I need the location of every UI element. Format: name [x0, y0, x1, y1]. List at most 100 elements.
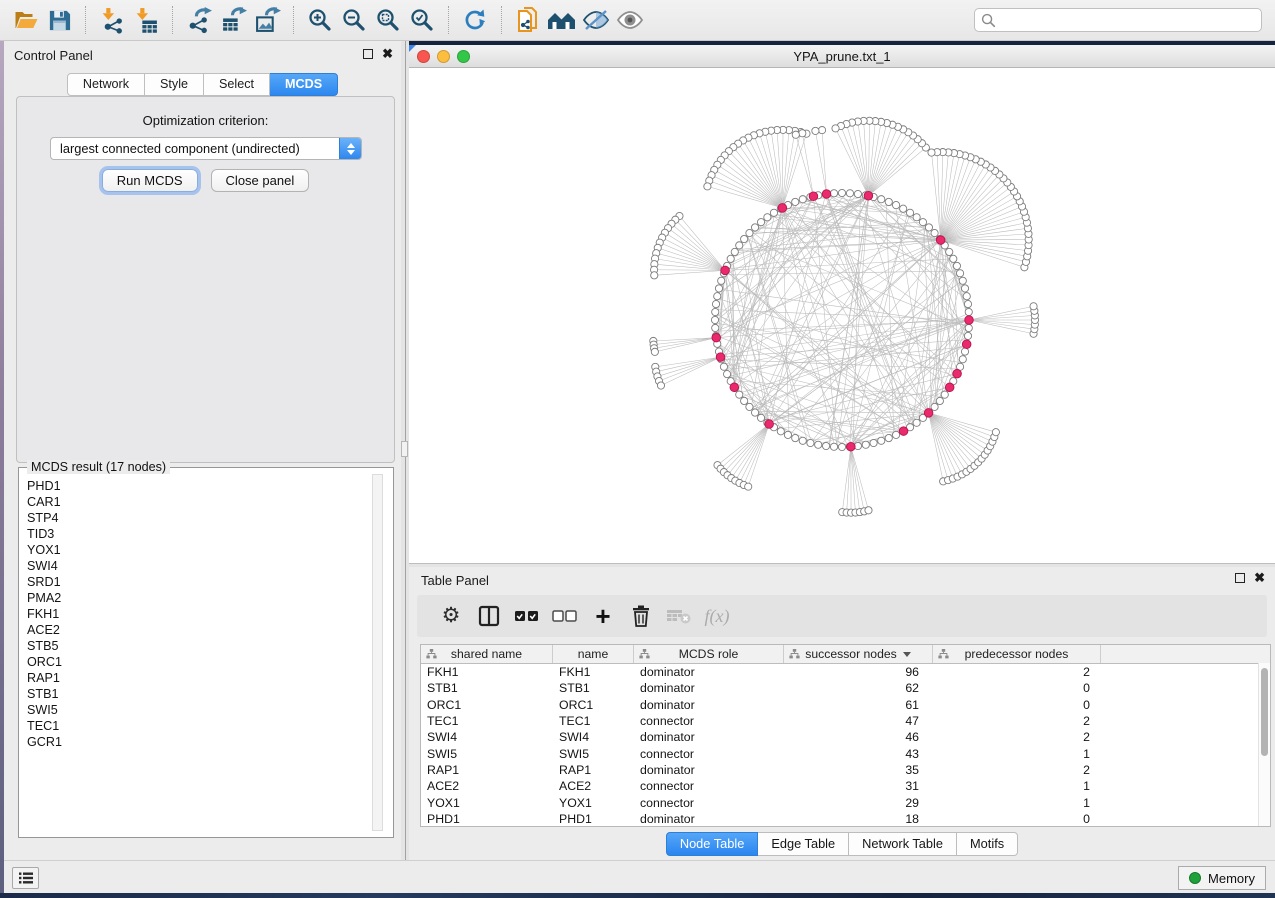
mcds-result-item[interactable]: PHD1 [27, 478, 367, 494]
network-node[interactable] [941, 391, 948, 398]
network-hub-node[interactable] [765, 420, 774, 429]
network-node[interactable] [751, 409, 758, 416]
network-node[interactable] [723, 370, 730, 377]
mcds-result-item[interactable]: CAR1 [27, 494, 367, 510]
mcds-result-item[interactable]: RAP1 [27, 670, 367, 686]
table-row[interactable]: FKH1FKH1dominator962 [421, 664, 1270, 680]
mcds-result-item[interactable]: ACE2 [27, 622, 367, 638]
network-node[interactable] [746, 403, 753, 410]
network-node[interactable] [712, 324, 719, 331]
network-from-document-icon[interactable] [511, 5, 545, 35]
close-panel-button[interactable]: Close panel [211, 169, 310, 192]
network-node[interactable] [712, 300, 719, 307]
network-node[interactable] [838, 189, 845, 196]
table-row[interactable]: SWI4SWI4dominator462 [421, 729, 1270, 745]
save-session-icon[interactable] [42, 5, 76, 35]
network-node[interactable] [961, 285, 968, 292]
network-node[interactable] [822, 442, 829, 449]
network-hub-node[interactable] [864, 191, 873, 200]
table-row[interactable]: TEC1TEC1connector472 [421, 713, 1270, 729]
network-node[interactable] [965, 324, 972, 331]
network-node[interactable] [751, 224, 758, 231]
network-node[interactable] [900, 205, 907, 212]
network-leaf-node[interactable] [928, 149, 935, 156]
network-hub-node[interactable] [899, 427, 908, 436]
network-node[interactable] [731, 248, 738, 255]
column-header-shared-name[interactable]: shared name [421, 645, 553, 663]
network-node[interactable] [757, 414, 764, 421]
tab-network[interactable]: Network [67, 73, 145, 96]
network-node[interactable] [964, 300, 971, 307]
tab-mcds[interactable]: MCDS [270, 73, 338, 96]
deselect-all-icon[interactable] [546, 599, 584, 633]
zoom-fit-icon[interactable] [371, 5, 405, 35]
network-hub-node[interactable] [953, 369, 962, 378]
tab-edge-table[interactable]: Edge Table [758, 832, 849, 856]
network-leaf-node[interactable] [832, 125, 839, 132]
vertical-splitter[interactable] [401, 41, 409, 860]
network-node[interactable] [718, 277, 725, 284]
network-node[interactable] [885, 198, 892, 205]
network-node[interactable] [963, 293, 970, 300]
network-node[interactable] [784, 431, 791, 438]
zoom-out-icon[interactable] [337, 5, 371, 35]
run-mcds-button[interactable]: Run MCDS [102, 169, 198, 192]
zoom-selected-icon[interactable] [405, 5, 439, 35]
network-hub-node[interactable] [778, 204, 787, 213]
mcds-result-item[interactable]: GCR1 [27, 734, 367, 750]
mcds-result-item[interactable]: TEC1 [27, 718, 367, 734]
network-node[interactable] [757, 219, 764, 226]
table-row[interactable]: ACE2ACE2connector311 [421, 778, 1270, 794]
network-canvas[interactable] [409, 68, 1275, 563]
tab-network-table[interactable]: Network Table [849, 832, 957, 856]
mcds-result-item[interactable]: STP4 [27, 510, 367, 526]
network-hub-node[interactable] [962, 340, 971, 349]
settings-gear-icon[interactable]: ⚙ [432, 599, 470, 633]
mcds-result-item[interactable]: STB1 [27, 686, 367, 702]
search-box[interactable] [974, 8, 1262, 32]
mcds-result-item[interactable]: STB5 [27, 638, 367, 654]
network-node[interactable] [885, 434, 892, 441]
tab-select[interactable]: Select [204, 73, 270, 96]
network-node[interactable] [846, 190, 853, 197]
network-node[interactable] [727, 255, 734, 262]
network-hub-node[interactable] [716, 353, 725, 362]
network-node[interactable] [892, 431, 899, 438]
network-hub-node[interactable] [847, 442, 856, 451]
table-row[interactable]: PHD1PHD1dominator180 [421, 811, 1270, 827]
tab-motifs[interactable]: Motifs [957, 832, 1018, 856]
network-node[interactable] [964, 332, 971, 339]
mcds-result-item[interactable]: SWI5 [27, 702, 367, 718]
network-node[interactable] [878, 196, 885, 203]
import-network-icon[interactable] [95, 5, 129, 35]
network-leaf-node[interactable] [704, 183, 711, 190]
mcds-result-item[interactable]: FKH1 [27, 606, 367, 622]
network-hub-node[interactable] [945, 383, 954, 392]
network-node[interactable] [953, 262, 960, 269]
table-panel-close-icon[interactable]: ✖ [1254, 573, 1265, 583]
network-node[interactable] [764, 214, 771, 221]
network-node[interactable] [931, 229, 938, 236]
network-node[interactable] [854, 190, 861, 197]
network-node[interactable] [913, 419, 920, 426]
show-hidden-eye-icon[interactable] [613, 5, 647, 35]
network-node[interactable] [830, 443, 837, 450]
network-node[interactable] [870, 439, 877, 446]
import-table-icon[interactable] [129, 5, 163, 35]
network-node[interactable] [878, 437, 885, 444]
function-builder-icon[interactable]: f(x) [698, 599, 736, 633]
task-history-button[interactable] [12, 867, 39, 889]
refresh-network-icon[interactable] [458, 5, 492, 35]
control-panel-float-icon[interactable] [363, 49, 373, 59]
mcds-result-item[interactable]: PMA2 [27, 590, 367, 606]
home-view-icon[interactable] [545, 5, 579, 35]
network-node[interactable] [741, 397, 748, 404]
network-node[interactable] [919, 219, 926, 226]
select-all-icon[interactable] [508, 599, 546, 633]
network-node[interactable] [925, 224, 932, 231]
network-node[interactable] [956, 270, 963, 277]
network-hub-node[interactable] [730, 383, 739, 392]
delete-table-icon[interactable] [660, 599, 698, 633]
network-leaf-node[interactable] [818, 127, 825, 134]
network-node[interactable] [792, 434, 799, 441]
